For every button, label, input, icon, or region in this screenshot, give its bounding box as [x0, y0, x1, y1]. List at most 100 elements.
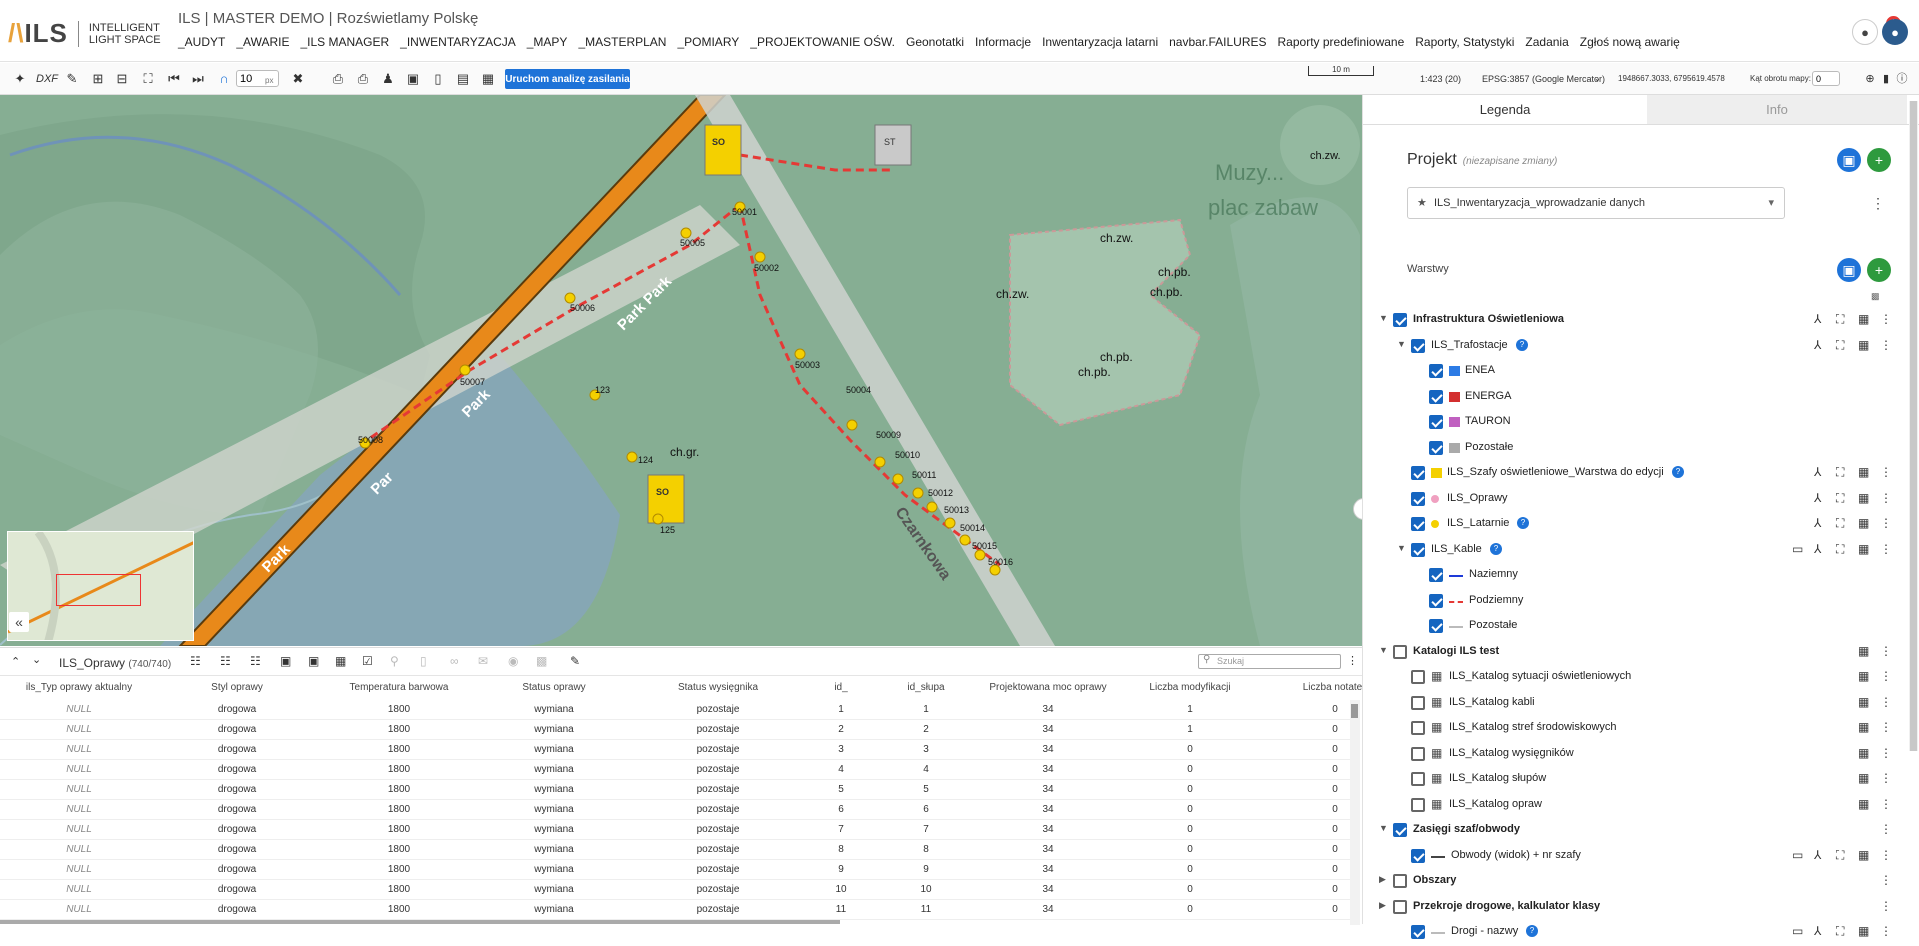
add-project-button[interactable]: +	[1867, 148, 1891, 172]
attribute-table-icon[interactable]: ▦	[1858, 312, 1869, 326]
layer-oprawy[interactable]: ILS_Oprawy ⋮ ▦ ⛶ ⅄	[1363, 487, 1919, 513]
more-icon[interactable]: ⋮	[1880, 695, 1892, 709]
run-power-analysis-button[interactable]: Uruchom analizę zasilania	[505, 69, 630, 89]
menu-item-zglos-awarie[interactable]: Zgłoś nową awarię	[1580, 35, 1680, 49]
save-project-button[interactable]: ▣	[1837, 148, 1861, 172]
zoom-extent-icon[interactable]: ⛶	[1836, 465, 1844, 480]
more-icon[interactable]: ⋮	[1880, 797, 1892, 811]
layer-kable[interactable]: ▼ ILS_Kable? ⋮ ▦ ⛶ ⅄ ▭	[1363, 538, 1919, 564]
tab-legend[interactable]: Legenda	[1363, 95, 1647, 124]
more-icon[interactable]: ⋮	[1880, 465, 1892, 479]
zoom-extent-icon[interactable]: ⛶	[1836, 848, 1844, 863]
next-extent-icon[interactable]: ⏭	[190, 71, 206, 87]
more-icon[interactable]: ⋮	[1880, 873, 1892, 887]
table-row[interactable]: NULL drogowa 1800 wymiana pozostaje 5 5 34 0 0	[0, 780, 1350, 800]
layer-checkbox[interactable]	[1411, 746, 1425, 761]
zoom-to-icon[interactable]: ⚲	[390, 654, 399, 668]
more-icon[interactable]: ⋮	[1880, 771, 1892, 785]
column-header[interactable]: Liczba notatek	[1303, 682, 1368, 693]
app-logo[interactable]: /\ILS INTELLIGENT LIGHT SPACE	[8, 18, 161, 49]
select-icon[interactable]: ▣	[280, 654, 291, 668]
record-icon[interactable]: ◉	[508, 654, 518, 668]
table-row[interactable]: NULL drogowa 1800 wymiana pozostaje 7 7 34 0 0	[0, 820, 1350, 840]
layer-checkbox[interactable]	[1429, 568, 1443, 582]
attribute-table-icon[interactable]: ▦	[1858, 669, 1869, 683]
labels-icon[interactable]: ▭	[1792, 542, 1803, 556]
legend-item-podziemny[interactable]: Podziemny	[1363, 589, 1919, 615]
legend-item-naziemny[interactable]: Naziemny	[1363, 563, 1919, 589]
table-row[interactable]: NULL drogowa 1800 wymiana pozostaje 3 3 34 0 0	[0, 740, 1350, 760]
layer-checkbox[interactable]	[1393, 644, 1407, 659]
edit-icon[interactable]: ✎	[570, 654, 580, 668]
select-tool-icon[interactable]: ✦	[12, 71, 28, 87]
topology-icon[interactable]: ⅄	[1814, 465, 1821, 479]
labels-icon[interactable]: ▭	[1792, 848, 1803, 862]
add-folder-button[interactable]: ▣	[1837, 258, 1861, 282]
menu-item-projektowanie[interactable]: _PROJEKTOWANIE OŚW.	[750, 35, 895, 49]
layer-katalog-kabli[interactable]: ▦ ILS_Katalog kabli ⋮ ▦	[1363, 691, 1919, 717]
chevron-down-icon[interactable]: ▼	[1379, 823, 1388, 833]
column-header[interactable]: Status wysięgnika	[678, 682, 758, 693]
layer-checkbox[interactable]	[1393, 899, 1407, 914]
layer-checkbox[interactable]	[1411, 466, 1425, 480]
labels-icon[interactable]: ▭	[1792, 924, 1803, 938]
rotation-input[interactable]	[1812, 71, 1840, 86]
user-profile-icon[interactable]: ●	[1852, 19, 1878, 45]
legend-item-tauron[interactable]: TAURON	[1363, 410, 1919, 436]
more-icon[interactable]: ⋮	[1880, 669, 1892, 683]
table-horizontal-scrollbar[interactable]	[0, 920, 840, 924]
chevron-right-icon[interactable]: ▶	[1379, 874, 1386, 885]
checklist-icon[interactable]: ☑	[362, 654, 373, 668]
layer-checkbox[interactable]	[1429, 389, 1443, 404]
menu-item-geonotatki[interactable]: Geonotatki	[906, 35, 964, 49]
layer-checkbox[interactable]	[1411, 491, 1425, 506]
zoom-extent-icon[interactable]: ⛶	[1836, 338, 1844, 353]
layer-checkbox[interactable]	[1411, 670, 1425, 684]
project-select[interactable]: ★ ILS_Inwentaryzacja_wprowadzanie danych…	[1407, 187, 1785, 219]
attribute-table-icon[interactable]: ▦	[1858, 720, 1869, 734]
layer-checkbox[interactable]	[1411, 695, 1425, 710]
legend-item-pozostale-kable[interactable]: Pozostałe	[1363, 614, 1919, 640]
topology-icon[interactable]: ⅄	[1814, 542, 1821, 556]
layer-katalog-sytuacji[interactable]: ▦ ILS_Katalog sytuacji oświetleniowych ⋮ ▦	[1363, 665, 1919, 691]
labels-toggle-icon[interactable]: ▩	[1871, 291, 1880, 302]
print-icon[interactable]: ⎙	[330, 71, 346, 87]
overview-minimap[interactable]	[7, 531, 194, 641]
topology-icon[interactable]: ⅄	[1814, 312, 1821, 326]
identify-icon[interactable]: ▣	[405, 71, 421, 87]
menu-item-mapy[interactable]: _MAPY	[527, 35, 568, 49]
zoom-in-icon[interactable]: ⊞	[90, 71, 106, 87]
menu-item-zadania[interactable]: Zadania	[1525, 35, 1568, 49]
report-icon[interactable]: ▤	[455, 71, 471, 87]
layer-checkbox[interactable]	[1429, 364, 1443, 378]
zoom-extent-icon[interactable]: ⛶	[1836, 542, 1844, 557]
more-icon[interactable]: ⋮	[1880, 312, 1892, 326]
layer-checkbox[interactable]	[1411, 797, 1425, 812]
menu-item-inwentaryzacja-latarni[interactable]: Inwentaryzacja latarni	[1042, 35, 1158, 49]
column-header[interactable]: ils_Typ oprawy aktualny	[26, 682, 132, 693]
table-row[interactable]: NULL drogowa 1800 wymiana pozostaje 1 1 34 1 0	[0, 700, 1350, 720]
measure-icon[interactable]: ✖	[290, 71, 306, 87]
column-header[interactable]: Liczba modyfikacji	[1149, 682, 1230, 693]
group-infrastruktura[interactable]: ▼ Infrastruktura Oświetleniowa ⋮ ▦ ⛶ ⅄	[1363, 308, 1919, 334]
crs-select[interactable]: EPSG:3857 (Google Mercator)	[1482, 74, 1605, 84]
menu-item-ils-manager[interactable]: _ILS MANAGER	[300, 35, 389, 49]
layer-katalog-stref[interactable]: ▦ ILS_Katalog stref środowiskowych ⋮ ▦	[1363, 716, 1919, 742]
calendar-icon[interactable]: ▦	[480, 71, 496, 87]
group-obszary[interactable]: ▶ Obszary ⋮	[1363, 869, 1919, 895]
table-row[interactable]: NULL drogowa 1800 wymiana pozostaje 8 8 34 0 0	[0, 840, 1350, 860]
topology-icon[interactable]: ⅄	[1814, 924, 1821, 938]
attribute-table-icon[interactable]: ▦	[1858, 516, 1869, 530]
layer-checkbox[interactable]	[1429, 593, 1443, 608]
attribute-table-icon[interactable]: ▦	[1858, 924, 1869, 938]
group-przekroje[interactable]: ▶ Przekroje drogowe, kalkulator klasy ⋮	[1363, 895, 1919, 921]
topology-icon[interactable]: ⅄	[1814, 516, 1821, 530]
chevron-right-icon[interactable]: ▶	[1379, 900, 1386, 911]
table-search-input[interactable]: Szukaj	[1198, 654, 1341, 669]
more-icon[interactable]: ⋮	[1880, 516, 1892, 530]
help-icon[interactable]: ⓘ	[1894, 71, 1910, 87]
add-layer-button[interactable]: +	[1867, 258, 1891, 282]
layer-checkbox[interactable]	[1411, 338, 1425, 353]
chevron-down-icon[interactable]: ⌄	[1594, 74, 1601, 83]
streetview-icon[interactable]: ♟	[380, 71, 396, 87]
